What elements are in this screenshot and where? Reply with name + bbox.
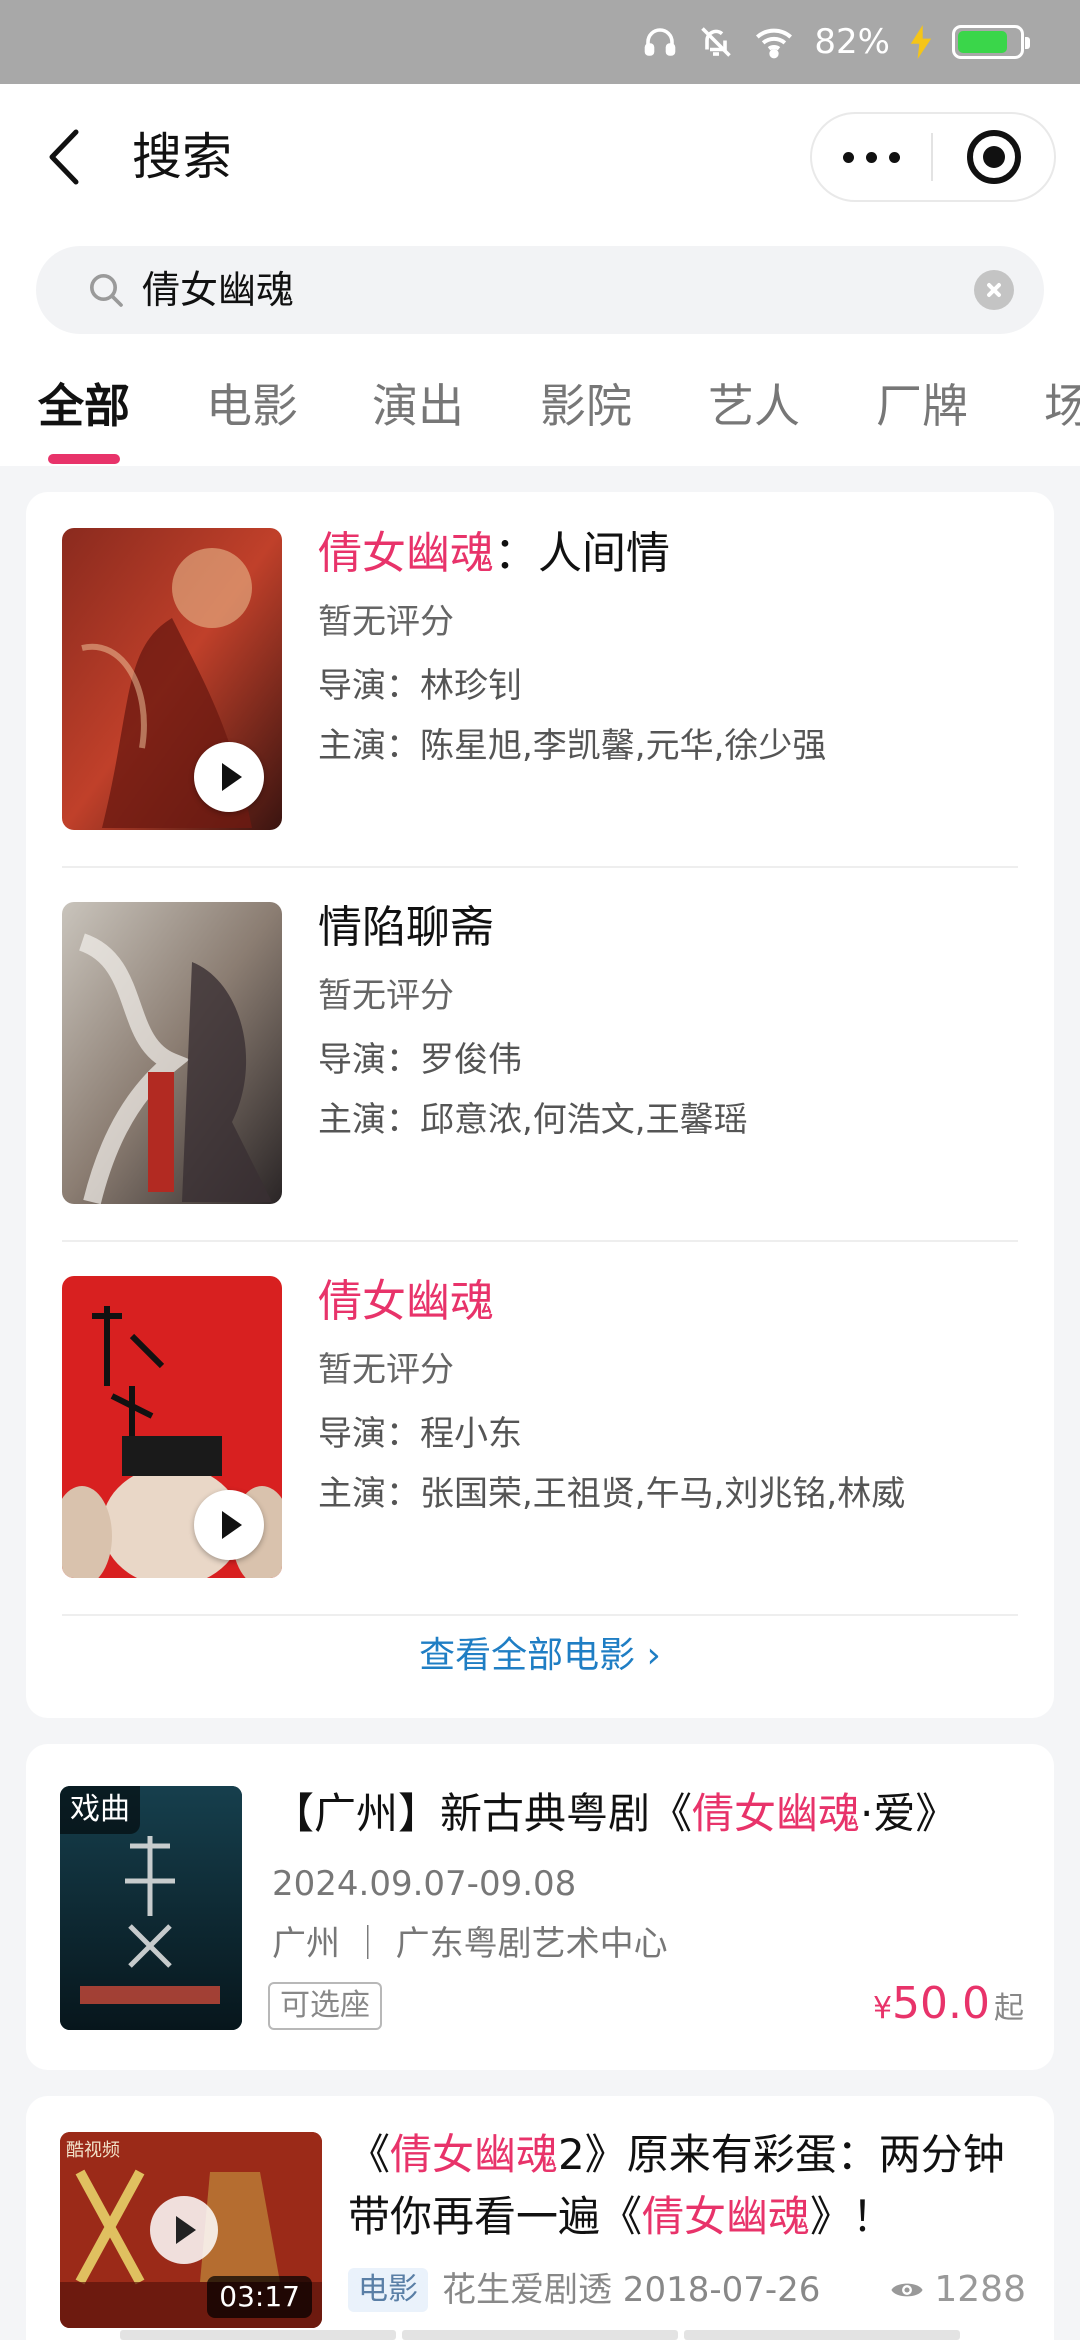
- movie-poster[interactable]: [62, 1276, 282, 1578]
- wifi-icon: [756, 28, 793, 59]
- video-source-mark: 酷视频: [66, 2140, 120, 2161]
- movie-actors: 主演：邱意浓,何浩文,王馨瑶: [318, 1100, 748, 1140]
- clear-search-icon[interactable]: [974, 270, 1014, 310]
- tab-cinemas[interactable]: 影院: [540, 376, 632, 436]
- movie-actors: 主演：张国荣,王祖贤,午马,刘兆铭,林威: [318, 1474, 906, 1514]
- show-venue: 广州 ｜ 广东粤剧艺术中心: [272, 1924, 668, 1964]
- search-input[interactable]: 倩女幽魂: [36, 246, 1044, 334]
- movie-results-card: 倩女幽魂：人间情 暂无评分 导演：林珍钊 主演：陈星旭,李凯馨,元华,徐少强 情…: [26, 492, 1054, 1718]
- battery-percent: 82%: [814, 22, 890, 62]
- play-video-icon[interactable]: [150, 2196, 218, 2264]
- tab-movies[interactable]: 电影: [206, 376, 298, 436]
- tab-venues[interactable]: 场: [1044, 376, 1080, 436]
- show-result-card[interactable]: 戏曲 【广州】新古典粤剧《倩女幽魂·爱》 2024.09.07-09.08 广州…: [26, 1744, 1054, 2070]
- headphones-icon: [645, 28, 676, 56]
- back-arrow-icon[interactable]: [40, 122, 100, 192]
- video-title-part: 倩女幽魂: [642, 2192, 811, 2241]
- movie-director: 导演：罗俊伟: [318, 1040, 522, 1080]
- show-date: 2024.09.07-09.08: [272, 1864, 577, 1904]
- search-query-text[interactable]: 倩女幽魂: [142, 246, 294, 334]
- tab-artists[interactable]: 艺人: [708, 376, 800, 436]
- eye-icon: [891, 2283, 923, 2297]
- movie-director: 导演：程小东: [318, 1414, 522, 1454]
- video-result-card[interactable]: 酷视频 03:17 《倩女幽魂2》原来有彩蛋：两分钟带你再看一遍《倩女幽魂》！ …: [26, 2096, 1054, 2340]
- bottom-scroll-hint: [120, 2330, 960, 2340]
- search-icon: [90, 274, 123, 307]
- play-trailer-icon[interactable]: [194, 1490, 264, 1560]
- miniapp-capsule: [810, 112, 1056, 202]
- target-icon: [966, 130, 1021, 184]
- movie-title: 倩女幽魂: [318, 1276, 494, 1327]
- video-meta: 电影 花生爱剧透 2018-07-26: [348, 2266, 820, 2314]
- video-duration: 03:17: [207, 2276, 312, 2318]
- show-category-tag: 戏曲: [60, 1786, 140, 1834]
- close-miniapp-button[interactable]: [933, 130, 1054, 184]
- movie-title: 倩女幽魂：人间情: [318, 528, 670, 579]
- tab-shows[interactable]: 演出: [372, 376, 464, 436]
- active-tab-indicator: [48, 454, 120, 464]
- video-title-part: 倩女幽魂: [390, 2130, 559, 2179]
- page-title: 搜索: [132, 128, 232, 186]
- movie-item[interactable]: 倩女幽魂 暂无评分 导演：程小东 主演：张国荣,王祖贤,午马,刘兆铭,林威: [62, 1240, 1018, 1614]
- category-tabs: 全部 电影 演出 影院 艺人 厂牌 场: [0, 342, 1080, 466]
- show-price: ¥50.0 起: [872, 1978, 1024, 2029]
- video-thumbnail[interactable]: 酷视频 03:17: [60, 2132, 322, 2328]
- tab-labels[interactable]: 厂牌: [876, 376, 968, 436]
- movie-actors: 主演：陈星旭,李凯馨,元华,徐少强: [318, 726, 827, 766]
- video-author-date: 花生爱剧透 2018-07-26: [442, 2270, 821, 2310]
- video-views: 1288: [890, 2266, 1026, 2314]
- movie-poster[interactable]: [62, 902, 282, 1204]
- status-bar: 82%: [0, 0, 1080, 84]
- movie-rating: 暂无评分: [318, 976, 454, 1016]
- status-icons: 82%: [642, 20, 1030, 64]
- show-title: 【广州】新古典粤剧《倩女幽魂·爱》: [272, 1789, 958, 1838]
- show-poster[interactable]: 戏曲: [60, 1786, 242, 2030]
- video-category-tag: 电影: [348, 2268, 428, 2312]
- movie-rating: 暂无评分: [318, 1350, 454, 1390]
- more-menu-icon[interactable]: [812, 151, 931, 163]
- divider: [62, 1614, 1018, 1616]
- poster-image: [62, 902, 282, 1204]
- tab-all[interactable]: 全部: [38, 376, 130, 436]
- movie-title: 情陷聊斋: [318, 902, 494, 953]
- nav-header: 搜索: [0, 84, 1080, 230]
- movie-item[interactable]: 倩女幽魂：人间情 暂无评分 导演：林珍钊 主演：陈星旭,李凯馨,元华,徐少强: [62, 492, 1018, 866]
- seat-selection-badge: 可选座: [268, 1982, 382, 2030]
- video-title-part: 》！: [810, 2192, 895, 2241]
- movie-rating: 暂无评分: [318, 602, 454, 642]
- search-bar-area: 倩女幽魂: [0, 230, 1080, 342]
- video-title-part: 《: [348, 2130, 391, 2179]
- movie-item[interactable]: 情陷聊斋 暂无评分 导演：罗俊伟 主演：邱意浓,何浩文,王馨瑶: [62, 866, 1018, 1240]
- see-all-movies-link[interactable]: 查看全部电影 ›: [26, 1628, 1054, 1684]
- play-trailer-icon[interactable]: [194, 742, 264, 812]
- movie-poster[interactable]: [62, 528, 282, 830]
- battery-icon: [952, 25, 1030, 59]
- video-title: 《倩女幽魂2》原来有彩蛋：两分钟带你再看一遍《倩女幽魂》！: [348, 2124, 1038, 2248]
- movie-director: 导演：林珍钊: [318, 666, 522, 706]
- charging-icon: [910, 25, 932, 59]
- view-count: 1288: [934, 2269, 1026, 2310]
- mute-bell-icon: [701, 27, 732, 57]
